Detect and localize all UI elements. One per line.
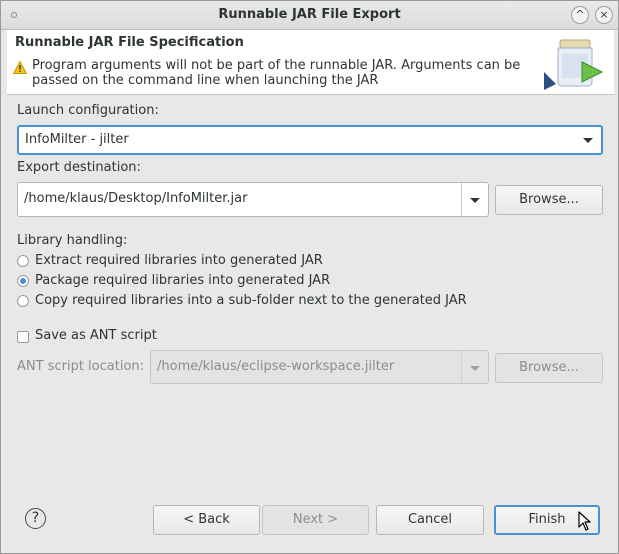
chevron-down-icon: [583, 138, 593, 143]
library-option-label: Copy required libraries into a sub-folde…: [35, 293, 467, 308]
ant-location-value: /home/klaus/eclipse-workspace.jilter: [157, 359, 395, 374]
launch-config-label: Launch configuration:: [17, 103, 159, 118]
radio-copy[interactable]: [17, 295, 29, 307]
cancel-button[interactable]: Cancel: [376, 505, 484, 535]
launch-config-select[interactable]: InfoMilter - jilter: [17, 125, 603, 155]
export-destination-value: /home/klaus/Desktop/InfoMilter.jar: [24, 191, 248, 206]
export-destination-combo[interactable]: /home/klaus/Desktop/InfoMilter.jar: [17, 182, 489, 217]
library-option-label: Package required libraries into generate…: [35, 273, 331, 288]
ant-location-label: ANT script location:: [17, 359, 145, 374]
export-destination-label: Export destination:: [17, 160, 141, 175]
chevron-down-icon[interactable]: [470, 198, 480, 203]
launch-config-value: InfoMilter - jilter: [25, 132, 129, 147]
chevron-down-icon: [470, 366, 480, 371]
banner-separator: [7, 94, 614, 95]
page-title: Runnable JAR File Specification: [15, 35, 244, 50]
library-handling-label: Library handling:: [17, 233, 128, 248]
mouse-cursor-icon: [578, 511, 591, 531]
wizard-banner: Runnable JAR File Specification Program …: [7, 30, 614, 94]
jar-export-icon: [544, 39, 604, 90]
save-ant-checkbox[interactable]: [17, 331, 29, 343]
combo-divider: [461, 351, 462, 383]
help-icon[interactable]: ?: [25, 508, 46, 529]
ant-location-combo[interactable]: /home/klaus/eclipse-workspace.jilter: [150, 350, 489, 384]
next-button[interactable]: Next >: [262, 505, 369, 535]
radio-extract[interactable]: [17, 255, 29, 267]
combo-divider: [461, 183, 462, 216]
export-browse-button[interactable]: Browse...: [495, 185, 603, 215]
title-bar: Runnable JAR File Export ^ ×: [1, 1, 618, 30]
banner-message: Program arguments will not be part of th…: [32, 58, 521, 88]
window-title: Runnable JAR File Export: [218, 7, 401, 22]
minimize-button[interactable]: ^: [571, 6, 589, 24]
library-option-label: Extract required libraries into generate…: [35, 253, 323, 268]
dialog-window: Runnable JAR File Export ^ × Runnable JA…: [0, 0, 619, 554]
save-ant-label[interactable]: Save as ANT script: [35, 328, 157, 343]
warning-icon: [13, 61, 27, 74]
ant-browse-button[interactable]: Browse...: [495, 353, 603, 383]
radio-package[interactable]: [17, 275, 29, 287]
back-button[interactable]: < Back: [153, 505, 260, 535]
close-button[interactable]: ×: [595, 6, 613, 24]
